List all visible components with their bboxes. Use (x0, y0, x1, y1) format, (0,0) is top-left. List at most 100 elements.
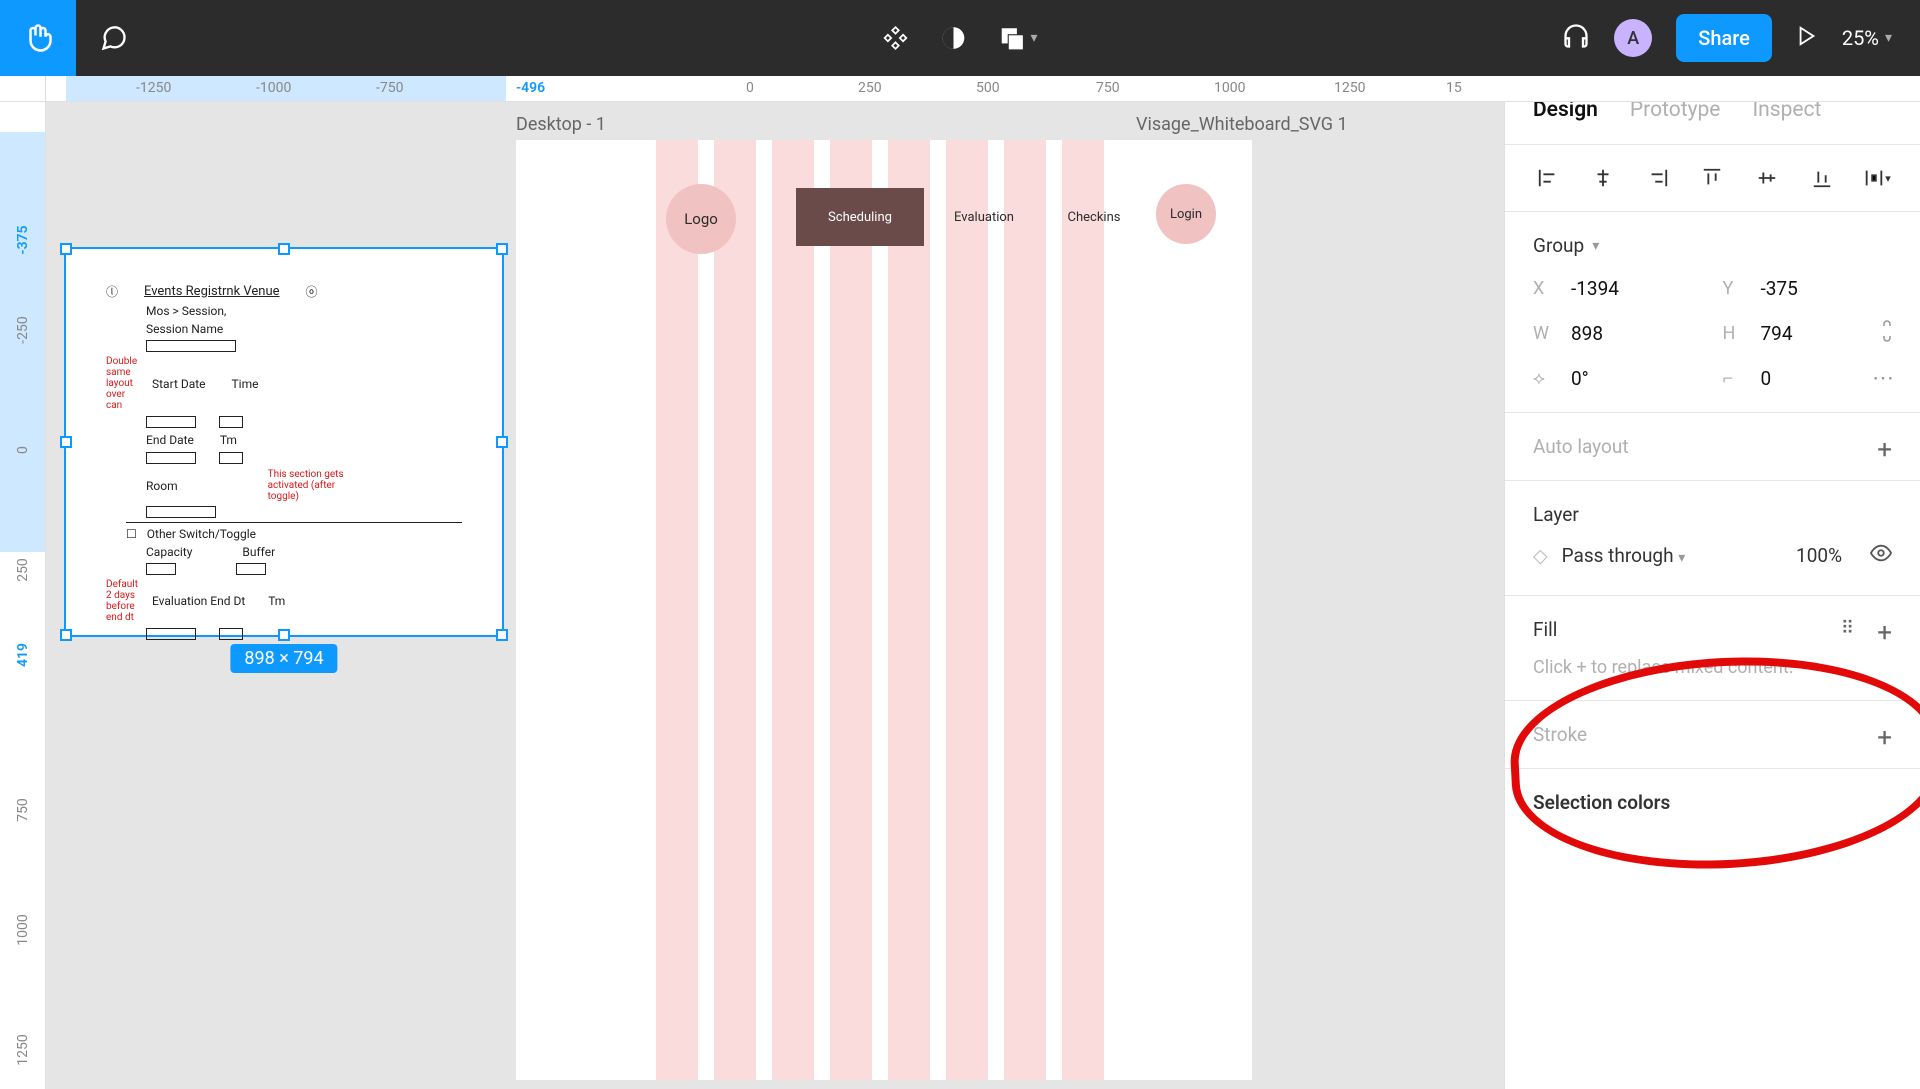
add-stroke-button[interactable]: + (1877, 723, 1892, 753)
frame-label-desktop[interactable]: Desktop - 1 (516, 114, 606, 135)
ruler-tick: 250 (15, 558, 31, 582)
ruler-corner (0, 76, 46, 102)
toolbar-right: A Share 25% ▾ (1562, 14, 1920, 62)
hand-tool-button[interactable] (0, 0, 76, 76)
chevron-down-icon: ▾ (1592, 238, 1599, 254)
ruler-tick: 0 (15, 446, 31, 454)
w-field[interactable]: W898 (1533, 322, 1703, 345)
artboard-desktop[interactable]: Logo Scheduling Evaluation Checkins Logi… (516, 140, 1252, 1080)
resize-handle[interactable] (60, 436, 72, 448)
ruler-tick: -1250 (136, 80, 171, 96)
avatar[interactable]: A (1614, 19, 1652, 57)
ruler-tick: 500 (976, 80, 1000, 96)
angle-icon: ⟡ (1533, 368, 1557, 389)
fill-mixed-hint: Click + to replace mixed content. (1533, 657, 1892, 678)
h-field[interactable]: H794 (1723, 322, 1893, 345)
align-vcenter-icon[interactable] (1752, 163, 1782, 193)
ruler-tick: -250 (15, 316, 31, 343)
resize-handle[interactable] (496, 243, 508, 255)
resize-handle[interactable] (278, 243, 290, 255)
distribute-icon[interactable]: ▾ (1862, 163, 1892, 193)
nav-scheduling[interactable]: Scheduling (796, 188, 924, 246)
selection-colors-section: Selection colors (1505, 769, 1920, 836)
rotation-field[interactable]: ⟡0° (1533, 367, 1703, 390)
align-bottom-icon[interactable] (1807, 163, 1837, 193)
ruler-tick: -1000 (256, 80, 291, 96)
corner-radius-field[interactable]: ⌐0 ⋯ (1723, 367, 1893, 390)
toolbar-center: ▾ (882, 0, 1037, 76)
dimension-badge: 898 × 794 (230, 644, 337, 673)
zoom-dropdown[interactable]: 25% ▾ (1842, 26, 1892, 50)
fill-section: Fill ⠿ + Click + to replace mixed conten… (1505, 596, 1920, 701)
stroke-title: Stroke (1533, 723, 1892, 746)
ruler-tick: 15 (1446, 80, 1462, 96)
zoom-value: 25% (1842, 26, 1879, 50)
blend-mode-dropdown[interactable]: Pass through ▾ (1562, 544, 1686, 567)
share-button[interactable]: Share (1676, 14, 1772, 62)
resize-handle[interactable] (496, 629, 508, 641)
align-right-icon[interactable] (1643, 163, 1673, 193)
align-hcenter-icon[interactable] (1588, 163, 1618, 193)
visibility-toggle-icon[interactable] (1870, 542, 1892, 569)
canvas[interactable]: Desktop - 1 Visage_Whiteboard_SVG 1 Logo… (46, 102, 1504, 1089)
chevron-down-icon: ▾ (1678, 550, 1685, 566)
ruler-tick: 1000 (1214, 80, 1245, 96)
properties-panel: Design Prototype Inspect ▾ Group▾ X-1394… (1504, 76, 1920, 1089)
resize-handle[interactable] (60, 629, 72, 641)
align-top-icon[interactable] (1697, 163, 1727, 193)
layout-grid (656, 140, 1252, 1080)
headphones-icon[interactable] (1562, 22, 1590, 54)
ruler-tick: 750 (1096, 80, 1120, 96)
opacity-field[interactable]: 100% (1796, 544, 1842, 567)
ruler-tick: -375 (15, 225, 31, 254)
transform-section: Group▾ X-1394 Y-375 W898 H794 ⟡0° ⌐0 ⋯ (1505, 212, 1920, 413)
ruler-tick: 250 (858, 80, 882, 96)
resize-handle[interactable] (278, 629, 290, 641)
frame-label-visage[interactable]: Visage_Whiteboard_SVG 1 (1136, 114, 1348, 135)
fill-styles-icon[interactable]: ⠿ (1841, 618, 1860, 639)
chevron-down-icon: ▾ (1885, 30, 1892, 46)
whiteboard-sketch: ⓛ Events Registrnk Venue ⓞ Mos > Session… (106, 279, 462, 605)
constrain-proportions-icon[interactable] (1878, 318, 1896, 349)
comment-tool-button[interactable] (76, 0, 152, 76)
add-fill-button[interactable]: + (1877, 618, 1892, 648)
mask-icon[interactable] (940, 0, 966, 76)
alignment-controls: ▾ (1505, 145, 1920, 212)
y-field[interactable]: Y-375 (1723, 277, 1893, 300)
more-options-icon[interactable]: ⋯ (1872, 366, 1896, 391)
logo-placeholder[interactable]: Logo (666, 184, 736, 254)
fill-title: Fill (1533, 618, 1892, 641)
nav-checkins[interactable]: Checkins (1044, 188, 1144, 246)
chevron-down-icon: ▾ (1030, 30, 1037, 46)
ruler-horizontal[interactable]: -1250 -1000 -750 -496 0 250 500 750 1000 1250 15 (46, 76, 1920, 102)
selection-colors-title: Selection colors (1533, 791, 1892, 814)
ruler-tick: -496 (516, 80, 545, 96)
radius-icon: ⌐ (1723, 368, 1747, 389)
x-field[interactable]: X-1394 (1533, 277, 1703, 300)
ruler-tick: 0 (746, 80, 754, 96)
ruler-tick: 1250 (1334, 80, 1365, 96)
nav-evaluation[interactable]: Evaluation (934, 188, 1034, 246)
ruler-tick: -750 (376, 80, 403, 96)
ruler-vertical[interactable]: -375-250025041975010001250 (0, 102, 46, 1089)
blend-mode-icon[interactable]: ◇ (1533, 544, 1548, 567)
auto-layout-label: Auto layout (1533, 435, 1892, 458)
layer-type-dropdown[interactable]: Group▾ (1533, 234, 1892, 257)
resize-handle[interactable] (60, 243, 72, 255)
boolean-ops-button[interactable]: ▾ (998, 0, 1037, 76)
ruler-tick: 750 (15, 798, 31, 822)
top-toolbar: ▾ A Share 25% ▾ (0, 0, 1920, 76)
present-button[interactable] (1796, 25, 1818, 51)
selected-group[interactable]: ⓛ Events Registrnk Venue ⓞ Mos > Session… (64, 247, 504, 637)
add-auto-layout-button[interactable]: + (1877, 435, 1892, 465)
resize-handle[interactable] (496, 436, 508, 448)
login-placeholder[interactable]: Login (1156, 184, 1216, 244)
ruler-tick: 419 (15, 643, 31, 667)
stroke-section: Stroke + (1505, 701, 1920, 769)
layer-title: Layer (1533, 503, 1892, 526)
layer-section: Layer ◇ Pass through ▾ 100% (1505, 481, 1920, 596)
align-left-icon[interactable] (1533, 163, 1563, 193)
components-icon[interactable] (882, 0, 908, 76)
auto-layout-section: Auto layout + (1505, 413, 1920, 481)
ruler-tick: 1250 (15, 1034, 31, 1065)
